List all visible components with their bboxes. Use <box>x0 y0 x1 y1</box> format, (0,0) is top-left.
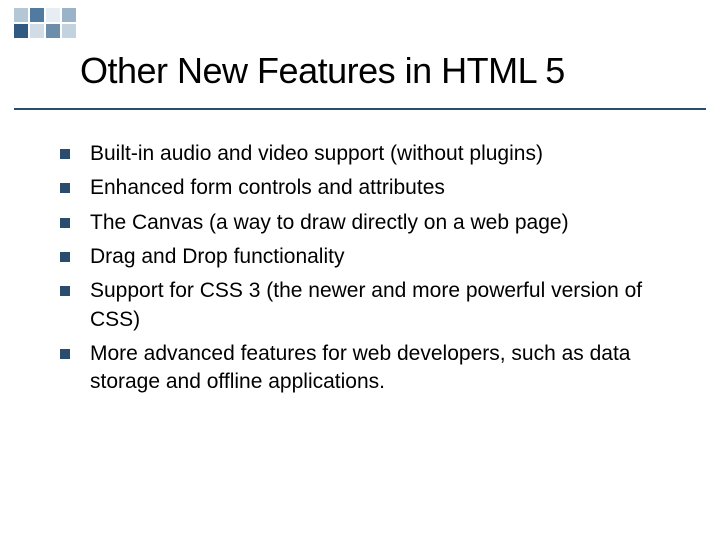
square-bullet-icon <box>60 252 70 262</box>
list-item: Built-in audio and video support (withou… <box>60 140 660 168</box>
title-underline <box>14 108 706 110</box>
title-area: Other New Features in HTML 5 <box>80 50 680 104</box>
square-bullet-icon <box>60 149 70 159</box>
list-item: Enhanced form controls and attributes <box>60 174 660 202</box>
bullet-text: The Canvas (a way to draw directly on a … <box>90 209 569 237</box>
square-bullet-icon <box>60 286 70 296</box>
list-item: Drag and Drop functionality <box>60 243 660 271</box>
bullet-text: Drag and Drop functionality <box>90 243 344 271</box>
list-item: Support for CSS 3 (the newer and more po… <box>60 277 660 334</box>
bullet-text: Enhanced form controls and attributes <box>90 174 445 202</box>
content-area: Built-in audio and video support (withou… <box>60 140 660 403</box>
bullet-list: Built-in audio and video support (withou… <box>60 140 660 397</box>
bullet-text: Built-in audio and video support (withou… <box>90 140 543 168</box>
bullet-text: More advanced features for web developer… <box>90 340 660 397</box>
corner-squares-decoration <box>14 8 76 38</box>
square-bullet-icon <box>60 183 70 193</box>
bullet-text: Support for CSS 3 (the newer and more po… <box>90 277 660 334</box>
square-bullet-icon <box>60 349 70 359</box>
square-bullet-icon <box>60 218 70 228</box>
list-item: More advanced features for web developer… <box>60 340 660 397</box>
slide-title: Other New Features in HTML 5 <box>80 50 680 104</box>
list-item: The Canvas (a way to draw directly on a … <box>60 209 660 237</box>
